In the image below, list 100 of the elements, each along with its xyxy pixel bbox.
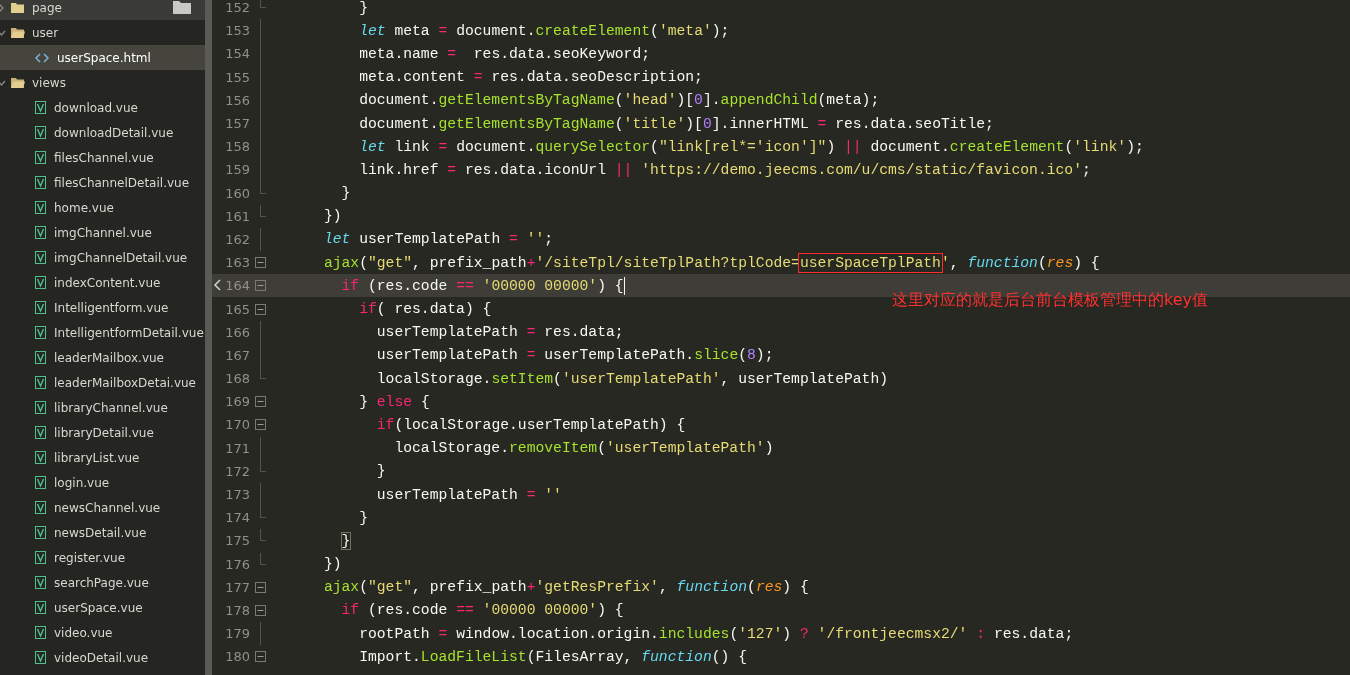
fold-icon [255,651,266,663]
fold-icon [255,604,266,616]
line-number: 176 [224,556,250,572]
code-line: ajax("get", prefix_path+'/siteTpl/siteTplPath?tplCode=userSpaceTplPath', function(res) { [322,253,1100,273]
folder-icon [11,26,25,39]
code-line: let userTemplatePath = ''; [322,230,554,250]
line-number: 158 [224,139,250,155]
vue-file-icon [35,226,46,239]
line-number: 175 [224,533,250,549]
file-item[interactable]: videoDetail.vue [0,645,205,670]
file-item[interactable]: leaderMailbox.vue [0,345,205,370]
line-number: 154 [224,46,250,62]
vue-file-icon [35,501,46,514]
file-item[interactable]: video.vue [0,620,205,645]
code-line: Import.LoadFileList(FilesArray, function() { [358,647,747,667]
line-number: 155 [224,69,250,85]
file-item[interactable]: userSpace.vue [0,595,205,620]
file-item[interactable]: imgChannel.vue [0,220,205,245]
file-item[interactable]: login.vue [0,470,205,495]
code-line: } [358,508,368,528]
file-item[interactable]: download.vue [0,95,205,120]
folder-item[interactable]: page [0,0,205,20]
code-line: link.href = res.data.iconUrl || 'https://demo.jeecms.com/u/cms/static/favicon.ico'; [358,160,1091,180]
code-line: userTemplatePath = userTemplatePath.slice(8); [375,346,774,366]
vue-file-icon [35,301,46,314]
file-item[interactable]: imgChannelDetail.vue [0,245,205,270]
line-number: 174 [224,510,250,526]
line-number: 173 [224,487,250,503]
line-number: 171 [224,440,250,456]
annotation-text: 这里对应的就是后台前台模板管理中的key值 [892,290,1208,311]
code-line: localStorage.removeItem('userTemplatePath') [393,439,774,459]
code-line: } [340,531,351,551]
file-item[interactable]: indexContent.vue [0,270,205,295]
code-line: }) [322,555,342,575]
line-number: 163 [224,255,250,271]
file-item[interactable]: searchPage.vue [0,570,205,595]
file-item[interactable]: leaderMailboxDetai.vue [0,370,205,395]
line-number: 166 [224,324,250,340]
fold-icon [255,581,266,593]
vue-file-icon [35,251,46,264]
file-item[interactable]: newsChannel.vue [0,495,205,520]
folder-item[interactable]: views [0,70,205,95]
line-number: 153 [224,23,250,39]
line-number: 180 [224,649,250,665]
code-line: if( res.data) { [358,300,492,320]
fold-icon [255,303,266,315]
code-line: let meta = document.createElement('meta'); [358,21,730,41]
vue-file-icon [35,626,46,639]
line-number: 159 [224,162,250,178]
vue-file-icon [35,351,46,364]
vue-file-icon [35,276,46,289]
code-line: userTemplatePath = '' [375,485,562,505]
code-icon [35,52,49,63]
vue-file-icon [35,401,46,414]
vue-file-icon [35,101,46,114]
code-line: rootPath = window.location.origin.includes('127') ? '/frontjeecmsx2/' : res.data; [358,624,1074,644]
folder-item[interactable]: user [0,20,205,45]
code-line: ajax("get", prefix_path+'getResPrefix', function(res) { [322,578,809,598]
vue-file-icon [35,451,46,464]
fold-icon [255,419,266,431]
file-item[interactable]: filesChannel.vue [0,145,205,170]
line-number: 168 [224,371,250,387]
line-number: 172 [224,463,250,479]
file-item[interactable]: userSpace.html [0,45,205,70]
scrollbar[interactable] [205,0,212,675]
line-number: 177 [224,579,250,595]
file-item[interactable]: Intelligentform.vue [0,295,205,320]
vue-file-icon [35,326,46,339]
code-line: } else { [358,392,430,412]
line-number: 157 [224,116,250,132]
line-number: 161 [224,208,250,224]
file-item[interactable]: libraryDetail.vue [0,420,205,445]
file-item[interactable]: home.vue [0,195,205,220]
folder-icon [173,0,191,14]
vue-file-icon [35,576,46,589]
code-line: let link = document.querySelector("link[rel*='icon']") || document.createElement('link'); [358,137,1144,157]
line-number: 178 [224,602,250,618]
vue-file-icon [35,201,46,214]
folder-icon [11,1,25,14]
line-number: 169 [224,394,250,410]
chevron-right-icon [0,2,6,13]
code-line: } [358,0,368,18]
vue-file-icon [35,551,46,564]
code-line: }) [322,207,342,227]
file-item[interactable]: newsDetail.vue [0,520,205,545]
file-item[interactable]: filesChannelDetail.vue [0,170,205,195]
code-line: document.getElementsByTagName('title')[0].innerHTML = res.data.seoTitle; [358,114,994,134]
code-line: meta.name = res.data.seoKeyword; [358,44,651,64]
line-number: 165 [224,301,250,317]
file-item[interactable]: libraryList.vue [0,445,205,470]
file-item[interactable]: libraryChannel.vue [0,395,205,420]
line-number: 179 [224,626,250,642]
vue-file-icon [35,526,46,539]
line-number: 167 [224,347,250,363]
file-item[interactable]: register.vue [0,545,205,570]
file-item[interactable]: downloadDetail.vue [0,120,205,145]
code-line: document.getElementsByTagName('head')[0].appendChild(meta); [358,91,880,111]
code-line: } [340,184,351,204]
line-number: 156 [224,92,250,108]
file-item[interactable]: IntelligentformDetail.vue [0,320,205,345]
